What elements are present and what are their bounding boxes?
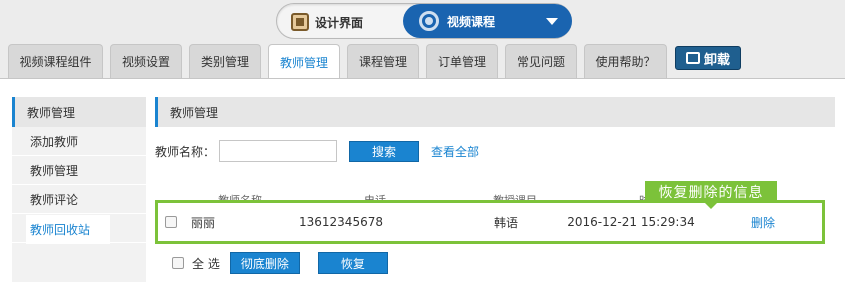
tab-teacher[interactable]: 教师管理 [268, 44, 340, 79]
tab-label: 订单管理 [437, 55, 486, 69]
design-view-button[interactable]: 设计界面 [285, 8, 373, 36]
tab-label: 教师管理 [279, 55, 328, 70]
view-all-link[interactable]: 查看全部 [431, 143, 479, 160]
row-time: 2016-12-21 15:29:34 [567, 215, 695, 229]
restore-tooltip: 恢复删除的信息 [645, 181, 777, 209]
row-delete-link[interactable]: 删除 [711, 214, 815, 231]
row-name: 丽丽 [191, 215, 216, 230]
tab-label: 视频课程组件 [19, 55, 92, 69]
tab-category[interactable]: 类别管理 [189, 44, 261, 78]
video-course-label: 视频课程 [447, 14, 496, 29]
tab-faq[interactable]: 常见问题 [505, 44, 577, 78]
search-row: 教师名称： 搜索 查看全部 [155, 137, 835, 165]
sidebar-item-label: 教师评论 [30, 192, 79, 207]
row-checkbox[interactable] [165, 216, 177, 228]
search-label: 教师名称： [155, 144, 216, 159]
select-all-label: 全 选 [192, 256, 220, 271]
box-icon [685, 52, 700, 64]
video-reel-icon [419, 11, 439, 31]
main-panel: 教师管理 添加教师 教师管理 教师评论 教师回收站 教师管理 教师名称： 搜索 … [0, 78, 845, 304]
select-all-checkbox[interactable] [172, 257, 184, 269]
teacher-name-input[interactable] [219, 140, 337, 162]
tab-label: 类别管理 [200, 55, 249, 69]
restore-button[interactable]: 恢复 [317, 252, 388, 274]
uninstall-button[interactable]: 卸载 [675, 46, 741, 70]
uninstall-label: 卸载 [703, 52, 730, 68]
search-button[interactable]: 搜索 [349, 140, 419, 162]
sidebar-title: 教师管理 [12, 97, 146, 127]
sidebar-item-label: 添加教师 [30, 134, 79, 149]
video-course-button[interactable]: 视频课程 [403, 4, 572, 38]
table-row: 丽丽 13612345678 韩语 2016-12-21 15:29:34 删除 [155, 200, 825, 244]
row-phone: 13612345678 [299, 215, 383, 229]
tab-label: 使用帮助？ [595, 55, 656, 69]
sidebar-item-recycle-bin[interactable]: 教师回收站 [12, 214, 146, 244]
view-switcher: 设计界面 视频课程 [276, 3, 572, 39]
tab-label: 视频设置 [121, 55, 170, 69]
tab-label: 课程管理 [358, 55, 407, 69]
tab-video-settings[interactable]: 视频设置 [110, 44, 182, 78]
sidebar-item-add-teacher[interactable]: 添加教师 [12, 127, 146, 156]
tab-course[interactable]: 课程管理 [347, 44, 419, 78]
content-title: 教师管理 [155, 97, 835, 127]
tab-video-components[interactable]: 视频课程组件 [8, 44, 103, 78]
tab-order[interactable]: 订单管理 [426, 44, 498, 78]
bulk-actions: 全 选 彻底删除 恢复 [172, 251, 388, 275]
design-view-label: 设计界面 [315, 15, 364, 30]
permanent-delete-button[interactable]: 彻底删除 [229, 252, 300, 274]
sidebar-item-teacher-comments[interactable]: 教师评论 [12, 185, 146, 214]
tab-bar: 视频课程组件 视频设置 类别管理 教师管理 课程管理 订单管理 常见问题 使用帮… [0, 44, 845, 79]
tab-help[interactable]: 使用帮助？ [584, 44, 667, 78]
row-subject: 韩语 [493, 215, 518, 230]
content-area: 教师管理 教师名称： 搜索 查看全部 教师名称 电话 教授课目 时间 操作 丽丽… [155, 97, 835, 274]
design-icon [291, 13, 309, 31]
sidebar-item-label: 教师回收站 [26, 215, 110, 244]
sidebar-item-teacher-manage[interactable]: 教师管理 [12, 156, 146, 185]
tab-label: 常见问题 [516, 55, 565, 69]
sidebar: 教师管理 添加教师 教师管理 教师评论 教师回收站 [12, 97, 146, 282]
chevron-down-icon[interactable] [546, 18, 558, 25]
sidebar-item-label: 教师管理 [30, 163, 79, 178]
